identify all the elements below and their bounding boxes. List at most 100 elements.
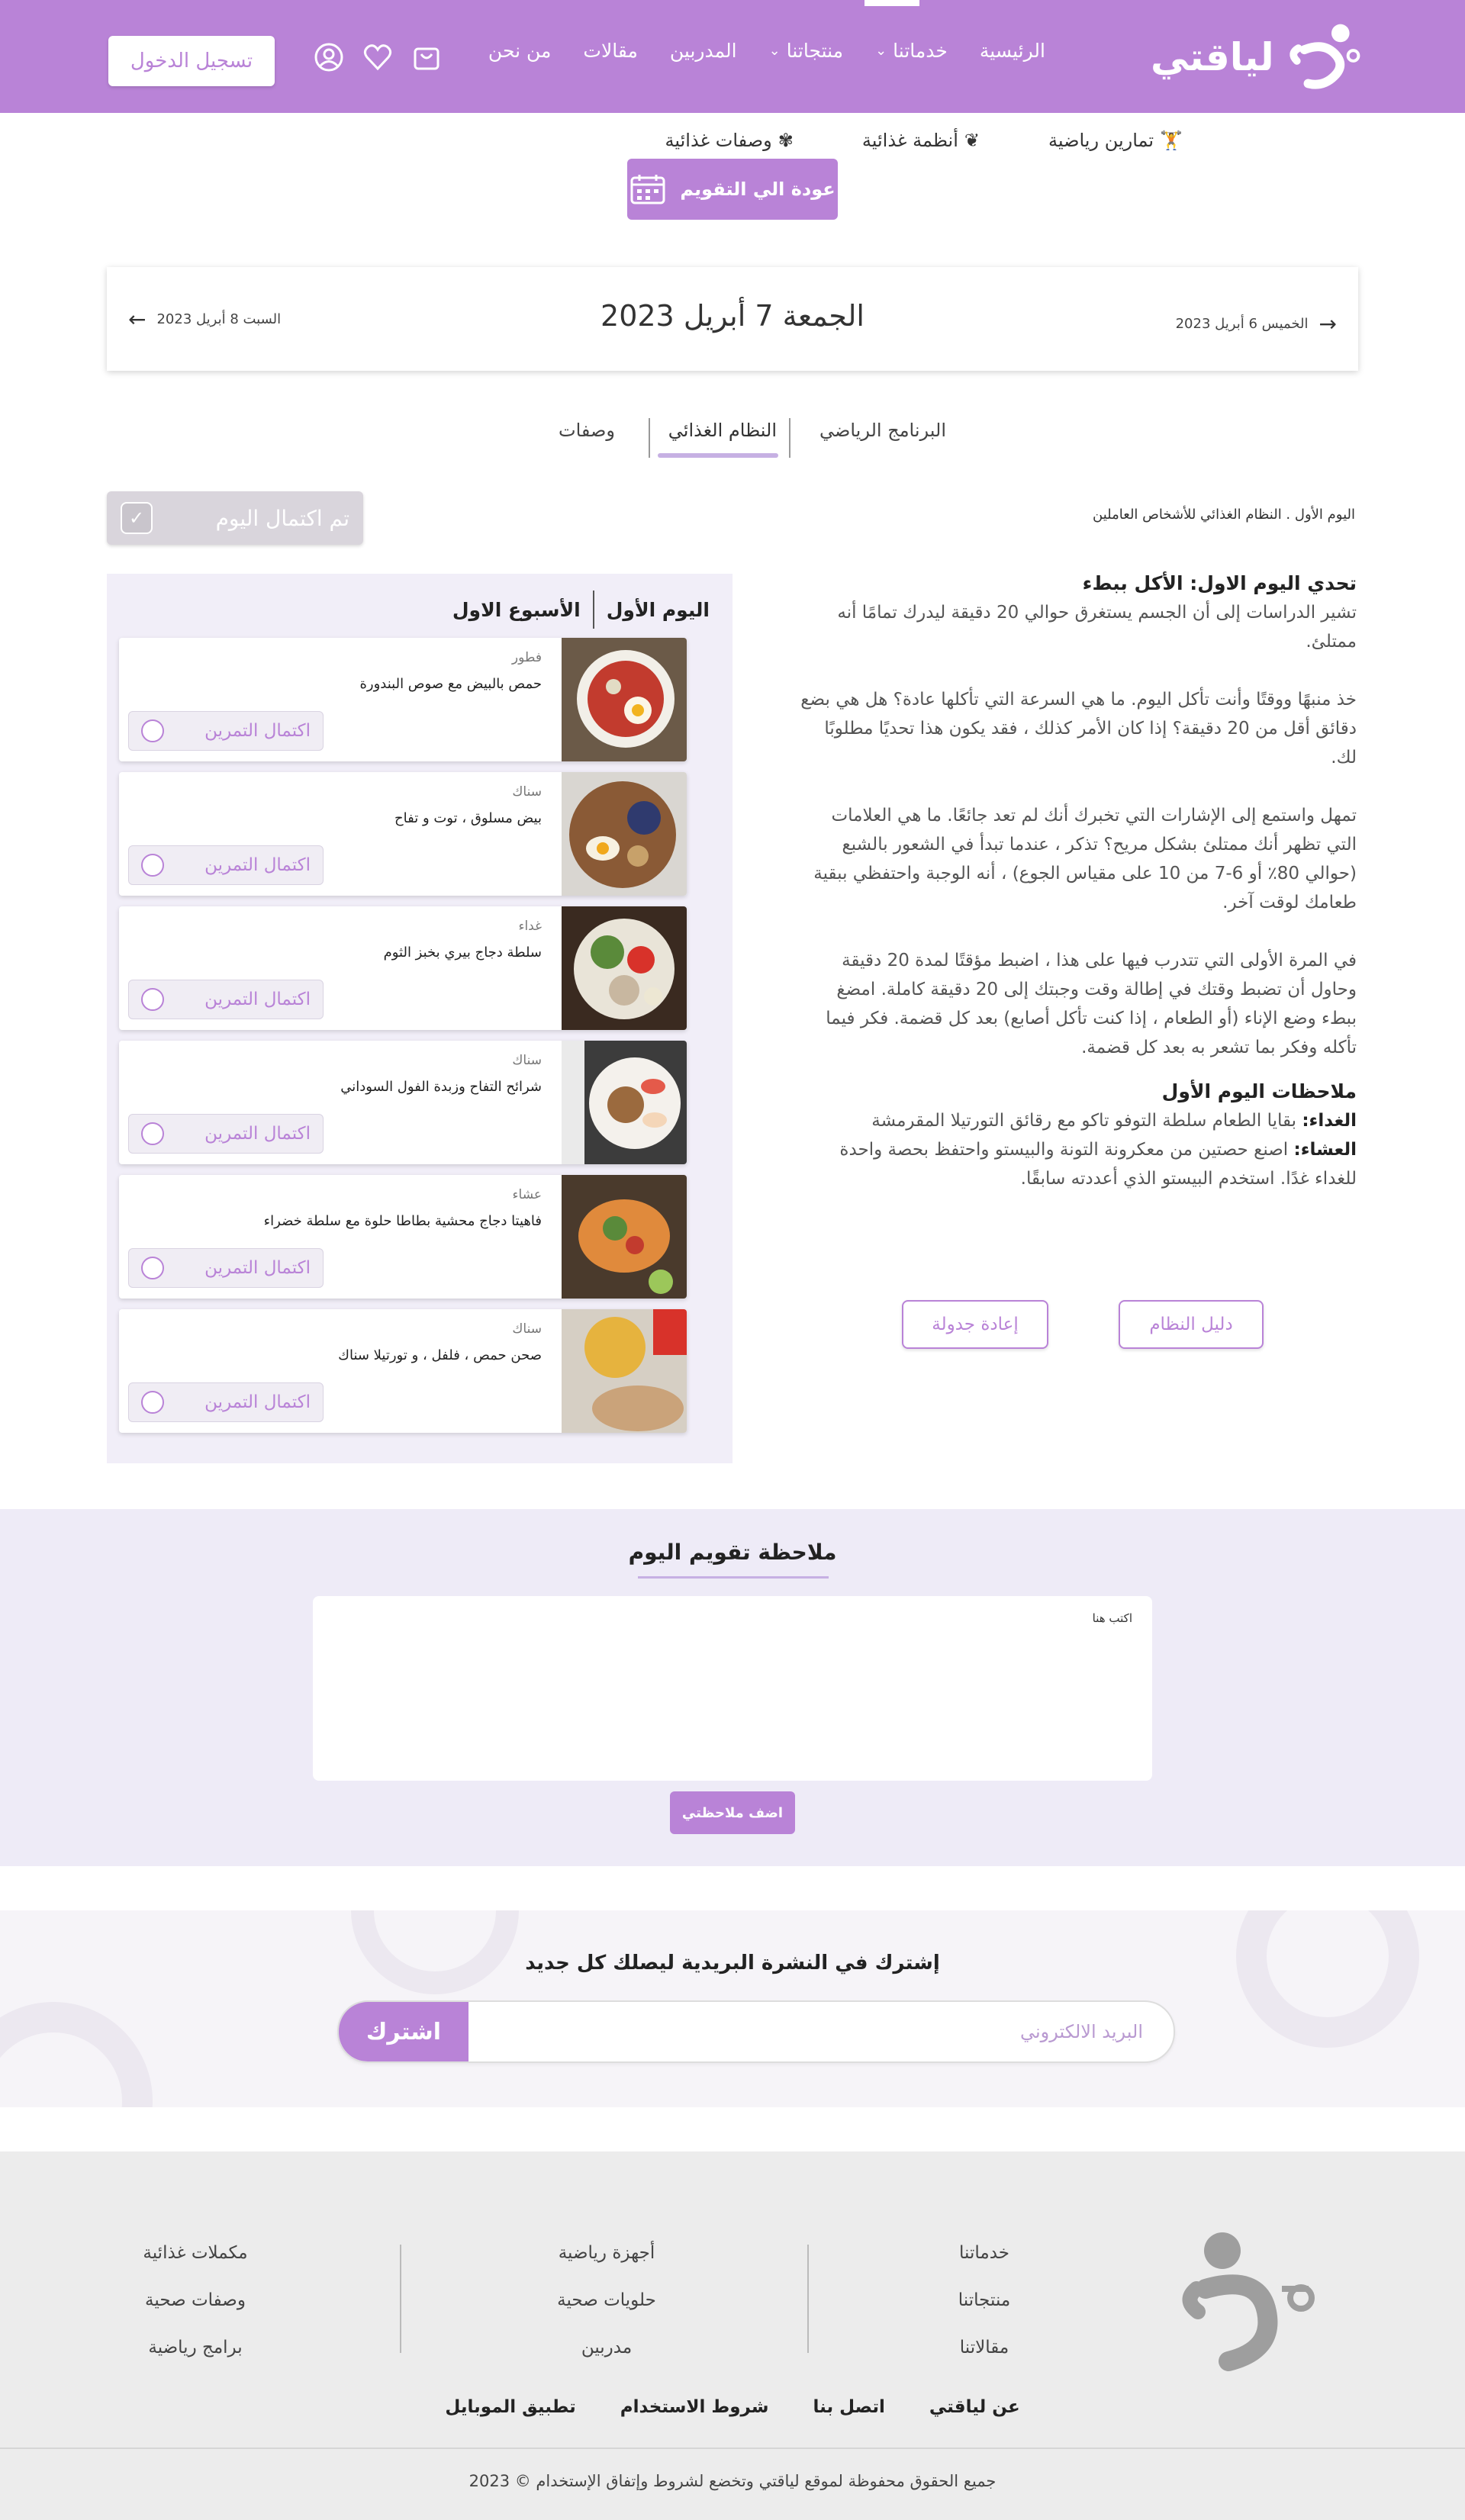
nav-articles-label: مقالات [583,40,638,62]
article-paragraph: خذ منبهًا ووقتًا وأنت تأكل اليوم. ما هي … [800,690,1357,768]
subscribe-button[interactable]: اشترك [339,2002,468,2061]
article-paragraph: في المرة الأولى التي تتدرب فيها على هذا … [826,951,1357,1057]
footer-column: مكملات غذائية وصفات صحية برامج رياضية [134,2243,256,2357]
meal-complete-label: اكتمال التمرين [204,721,311,741]
meal-complete-button[interactable]: اكتمال التمرين [128,1114,324,1154]
reschedule-button[interactable]: إعادة جدولة [902,1300,1048,1349]
add-note-button[interactable]: اضف ملاحظتي [670,1791,795,1834]
day-complete-button[interactable]: تم اكتمال اليوم ✓ [107,491,363,545]
newsletter-email-input[interactable] [464,2002,1174,2061]
meal-card[interactable]: سناك شرائح التفاح وزبدة الفول السوداني ا… [119,1041,687,1164]
footer-link[interactable]: خدماتنا [946,2243,1022,2263]
day-complete-label: تم اكتمال اليوم [215,505,349,531]
subnav-diets-label: أنظمة غذائية [861,130,958,151]
footer-link[interactable]: مدربين [549,2338,664,2357]
radio-icon [141,719,164,742]
footer-link-terms[interactable]: شروط الاستخدام [620,2397,769,2417]
meal-name: صحن حمص ، فلفل ، و تورتيلا سناك [338,1347,542,1363]
footer-link[interactable]: منتجاتنا [946,2290,1022,2310]
meal-image [562,906,687,1030]
lunch-text: بقايا الطعام سلطة التوفو تاكو مع رقائق ا… [871,1111,1297,1131]
meal-complete-button[interactable]: اكتمال التمرين [128,1382,324,1422]
lunch-label: الغداء: [1302,1111,1357,1131]
radio-icon [141,1391,164,1414]
meal-complete-button[interactable]: اكتمال التمرين [128,980,324,1019]
footer-link[interactable]: مكملات غذائية [134,2243,256,2263]
back-to-calendar-button[interactable]: عودة الي التقويم [627,159,838,220]
meal-image [562,772,687,896]
meal-image [562,1309,687,1433]
chevron-down-icon: ⌄ [768,43,781,59]
nav-services[interactable]: خدماتنا ⌄ [875,40,948,62]
meal-complete-button[interactable]: اكتمال التمرين [128,711,324,751]
article-paragraph: تمهل واستمع إلى الإشارات التي تخبرك أنك … [813,806,1357,912]
nav-about[interactable]: من نحن [488,40,552,62]
meal-card[interactable]: عشاء فاهيتا دجاج محشية بطاطا حلوة مع سلط… [119,1175,687,1299]
meal-complete-button[interactable]: اكتمال التمرين [128,1248,324,1288]
meal-category: سناك [512,1053,542,1068]
footer-link-mobile-app[interactable]: تطبيق الموبايل [445,2397,575,2417]
meal-category: غداء [518,919,542,934]
notes-title: ملاحظات اليوم الأول [1161,1080,1357,1102]
copyright: جميع الحقوق محفوظة لموقع لياقتي وتخضع لش… [468,2472,997,2490]
date-navigator: → الخميس 6 أبريل 2023 الجمعة 7 أبريل 2023… [107,267,1358,371]
meal-card[interactable]: سناك بيض مسلوق ، توت و تفاح اكتمال التمر… [119,772,687,896]
note-title: ملاحظة تقويم اليوم [628,1540,837,1565]
meal-category: سناك [512,784,542,800]
prev-day-link[interactable]: ← السبت 8 أبريل 2023 [128,307,281,332]
runner-logo-icon [1290,24,1360,89]
tab-workout[interactable]: البرنامج الرياضي [819,420,946,441]
main-nav: الرئيسية خدماتنا ⌄ منتجاتنا ⌄ المدربين مقا… [488,40,1045,62]
meal-complete-button[interactable]: اكتمال التمرين [128,845,324,885]
sub-nav: 🏋 تمارين رياضية ❦ أنظمة غذائية ✾ وصفات غذائ… [665,130,1183,151]
dinner-label: العشاء: [1293,1140,1357,1160]
tab-separator [789,418,790,458]
footer-link[interactable]: حلويات صحية [549,2290,664,2310]
meal-card[interactable]: غداء سلطة دجاج بيري بخبز الثوم اكتمال ال… [119,906,687,1030]
meal-name: سلطة دجاج بيري بخبز الثوم [383,945,542,961]
subnav-recipes[interactable]: ✾ وصفات غذائية [665,130,794,151]
heart-icon[interactable] [360,40,395,75]
footer-link-about[interactable]: عن لياقتي [929,2397,1020,2417]
login-button[interactable]: تسجيل الدخول [108,36,275,86]
user-icon[interactable] [311,40,346,75]
article-paragraph: تشير الدراسات إلى أن الجسم يستغرق حوالي … [837,603,1357,652]
subnav-diets[interactable]: ❦ أنظمة غذائية [862,130,980,151]
nav-articles[interactable]: مقالات [583,40,637,62]
note-textarea[interactable]: اكتب هنا [313,1596,1152,1781]
nav-services-label: خدماتنا [893,40,948,62]
tab-diet[interactable]: النظام الغذائي [668,420,777,441]
meal-card[interactable]: سناك صحن حمص ، فلفل ، و تورتيلا سناك اكت… [119,1309,687,1433]
day-tabs: البرنامج الرياضي النظام الغذائي وصفات [549,412,946,459]
nav-home[interactable]: الرئيسية [980,40,1045,62]
nav-trainers[interactable]: المدربين [670,40,737,62]
footer-link[interactable]: أجهزة رياضية [549,2243,664,2263]
footer-link[interactable]: وصفات صحية [134,2290,256,2310]
challenge-title: تحدي اليوم الاول: الأكل ببطء [1082,572,1357,594]
nav-trainers-label: المدربين [669,40,737,62]
leaf-icon: ❦ [964,130,980,151]
tab-recipes[interactable]: وصفات [559,420,615,441]
prev-day-label: السبت 8 أبريل 2023 [156,311,282,327]
nav-products[interactable]: منتجاتنا ⌄ [769,40,843,62]
meal-category: عشاء [512,1187,542,1202]
cart-icon[interactable] [409,40,444,75]
footer-column: خدماتنا منتجاتنا مقالاتنا [946,2243,1022,2357]
nav-home-label: الرئيسية [979,40,1045,62]
footer-link[interactable]: برامج رياضية [134,2338,256,2357]
footer-link[interactable]: مقالاتنا [946,2338,1022,2357]
header-separator [592,591,594,629]
subnav-exercises[interactable]: 🏋 تمارين رياضية [1048,130,1183,151]
newsletter-form: اشترك [337,2000,1175,2063]
footer-column: أجهزة رياضية حلويات صحية مدربين [549,2243,664,2357]
subnav-exercises-label: تمارين رياضية [1048,130,1154,151]
decorative-shape [0,2002,153,2107]
current-date: الجمعة 7 أبريل 2023 [600,299,865,333]
meal-day-label: اليوم الأول [606,598,710,621]
footer-logo-icon [1182,2232,1315,2371]
meal-card[interactable]: فطور حمص بالبيض مع صوص البندورة اكتمال ا… [119,638,687,761]
meal-category: فطور [511,650,542,665]
footer-link-contact[interactable]: اتصل بنا [813,2397,884,2417]
site-logo[interactable]: لياقتي [1151,18,1364,96]
diet-guide-button[interactable]: دليل النظام [1119,1300,1264,1349]
